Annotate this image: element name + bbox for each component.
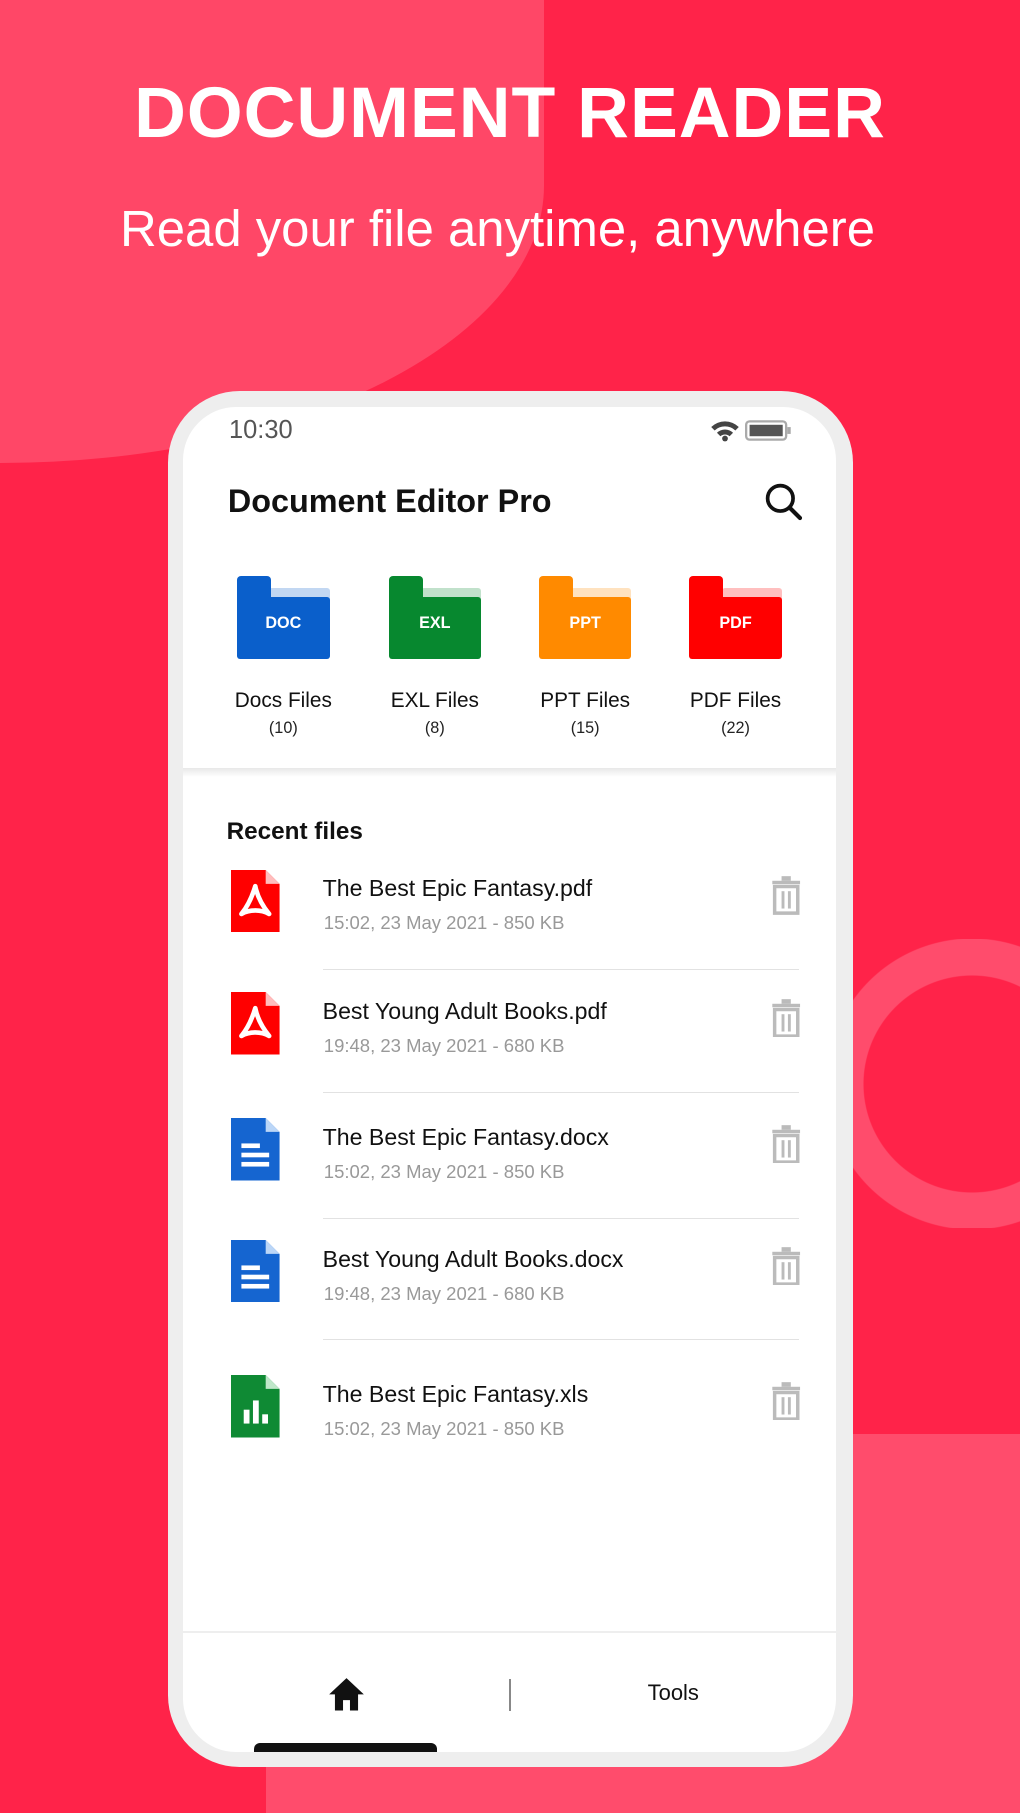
row-divider (322, 1217, 800, 1219)
section-divider (182, 767, 837, 777)
folder-badge: EXL (388, 596, 482, 660)
doc-file-icon (231, 1239, 280, 1303)
category-label[interactable]: PPT Files (510, 689, 660, 713)
category-count: (8) (424, 719, 445, 738)
folder-icon[interactable]: PPT (538, 575, 632, 660)
recent-file-row[interactable]: Best Young Adult Books.docx 19:48, 23 Ma… (183, 1239, 836, 1339)
recent-file-row[interactable]: The Best Epic Fantasy.docx 15:02, 23 May… (183, 1118, 836, 1217)
file-meta: 19:48, 23 May 2021 - 680 KB (323, 1035, 565, 1057)
battery-icon (744, 420, 791, 441)
file-meta: 19:48, 23 May 2021 - 680 KB (323, 1282, 565, 1304)
folder-icon[interactable]: DOC (237, 575, 330, 660)
folder-badge: PPT (538, 596, 632, 660)
pdf-file-icon (231, 992, 280, 1055)
row-divider (322, 969, 800, 971)
trash-icon[interactable] (770, 1124, 802, 1164)
trash-icon[interactable] (770, 875, 802, 915)
folder-tab (388, 575, 423, 600)
wifi-icon (710, 421, 739, 442)
tools-tab[interactable]: Tools (648, 1680, 699, 1706)
pdf-file-icon (231, 869, 280, 933)
folder-tab (689, 575, 724, 600)
category-label[interactable]: EXL Files (360, 689, 510, 713)
folder-tab (237, 575, 272, 600)
trash-icon[interactable] (770, 1246, 802, 1285)
folder-badge: DOC (237, 596, 330, 660)
file-name: Best Young Adult Books.docx (322, 1245, 624, 1272)
doc-file-icon (231, 1118, 280, 1181)
status-time: 10:30 (228, 416, 293, 445)
folder-tab (538, 575, 574, 600)
recent-file-row[interactable]: Best Young Adult Books.pdf 19:48, 23 May… (183, 992, 836, 1091)
nav-divider (508, 1678, 511, 1712)
home-indicator (254, 1742, 438, 1753)
trash-icon[interactable] (770, 1381, 802, 1421)
recent-file-row[interactable]: The Best Epic Fantasy.xls 15:02, 23 May … (183, 1375, 836, 1474)
recent-file-row[interactable]: The Best Epic Fantasy.pdf 15:02, 23 May … (183, 869, 836, 968)
folder-badge: PDF (689, 596, 782, 660)
trash-icon[interactable] (770, 998, 802, 1038)
file-name: The Best Epic Fantasy.pdf (322, 875, 593, 902)
search-icon[interactable] (763, 481, 805, 523)
xls-file-icon (231, 1375, 280, 1438)
app-title: Document Editor Pro (227, 483, 552, 520)
file-name: Best Young Adult Books.pdf (322, 998, 607, 1025)
decorative-ring (827, 939, 1020, 1228)
row-divider (322, 1091, 800, 1093)
file-meta: 15:02, 23 May 2021 - 850 KB (323, 912, 565, 934)
folder-icon[interactable]: PDF (689, 575, 782, 660)
category-count: (15) (570, 719, 600, 738)
row-divider (322, 1339, 800, 1341)
folder-icon[interactable]: EXL (388, 575, 482, 660)
promo-headline: DOCUMENT READER (134, 72, 886, 153)
home-icon[interactable] (328, 1677, 365, 1712)
category-count: (22) (721, 719, 750, 738)
file-name: The Best Epic Fantasy.docx (322, 1124, 609, 1151)
bottom-nav: Tools (182, 1630, 837, 1741)
category-count: (10) (268, 719, 298, 738)
category-label[interactable]: PDF Files (660, 689, 810, 713)
promo-subheadline: Read your file anytime, anywhere (119, 199, 876, 257)
file-name: The Best Epic Fantasy.xls (322, 1380, 589, 1407)
file-meta: 15:02, 23 May 2021 - 850 KB (323, 1161, 565, 1183)
promo-screen: DOCUMENT READER Read your file anytime, … (0, 0, 1020, 1813)
file-meta: 15:02, 23 May 2021 - 850 KB (323, 1417, 565, 1439)
phone-screen: 10:30 Document Editor Pro DOC Docs Files… (182, 407, 837, 1753)
category-label[interactable]: Docs Files (208, 689, 358, 713)
recent-files-heading: Recent files (226, 817, 363, 845)
